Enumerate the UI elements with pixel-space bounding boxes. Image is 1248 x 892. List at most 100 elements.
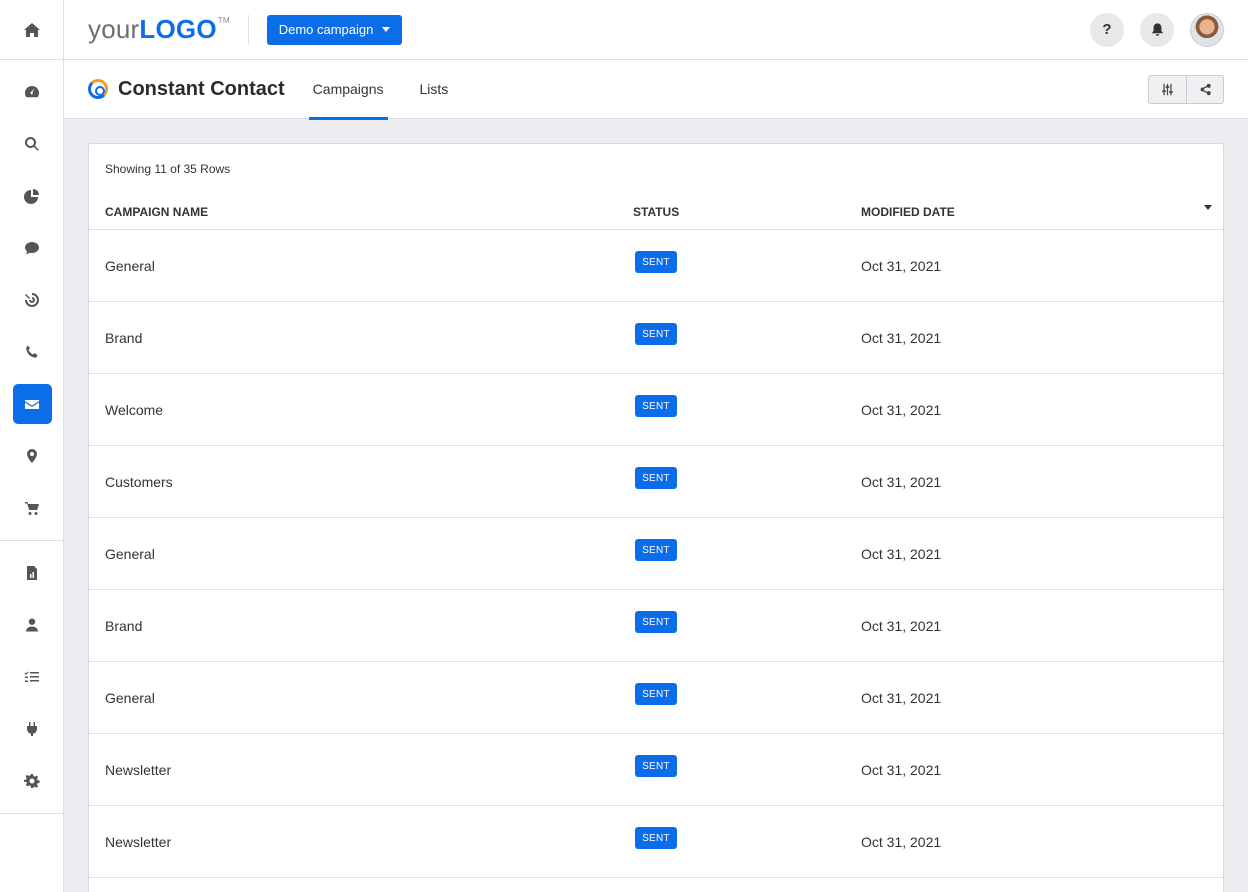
status-badge: SENT: [635, 683, 677, 705]
constant-contact-logo-icon: [88, 79, 108, 99]
nav-dashboard[interactable]: [0, 66, 64, 118]
column-header-status[interactable]: STATUS: [633, 205, 679, 219]
sort-caret-icon[interactable]: [1204, 205, 1212, 210]
campaign-dropdown[interactable]: Demo campaign: [266, 14, 403, 45]
nav-chat[interactable]: [0, 222, 64, 274]
campaigns-table-card: Showing 11 of 35 Rows CAMPAIGN NAME STAT…: [88, 143, 1224, 892]
modified-date: Oct 31, 2021: [861, 690, 942, 706]
modified-date: Oct 31, 2021: [861, 618, 942, 634]
modified-date: Oct 31, 2021: [861, 474, 942, 490]
nav-email[interactable]: [0, 378, 64, 430]
target-icon: [25, 293, 39, 307]
status-badge: SENT: [635, 395, 677, 417]
tab-campaigns[interactable]: Campaigns: [308, 60, 388, 120]
column-header-campaign-name[interactable]: CAMPAIGN NAME: [105, 205, 208, 219]
modified-date: Oct 31, 2021: [861, 762, 942, 778]
phone-icon: [26, 345, 38, 358]
modified-date: Oct 31, 2021: [861, 258, 942, 274]
campaign-name[interactable]: Customers: [105, 474, 173, 490]
dashboard-icon: [25, 86, 39, 98]
campaign-name[interactable]: Brand: [105, 330, 142, 346]
campaign-name[interactable]: Brand: [105, 618, 142, 634]
nav-ecommerce[interactable]: [0, 482, 64, 534]
chat-icon: [25, 242, 39, 255]
modified-date: Oct 31, 2021: [861, 546, 942, 562]
integration-title: Constant Contact: [118, 77, 285, 100]
nav-calls[interactable]: [0, 326, 64, 378]
logo-trademark: TM: [217, 16, 230, 25]
campaign-name[interactable]: Newsletter: [105, 762, 171, 778]
status-badge: SENT: [635, 251, 677, 273]
user-icon: [26, 618, 38, 632]
pie-chart-icon: [24, 189, 39, 204]
modified-date: Oct 31, 2021: [861, 834, 942, 850]
top-header: your LOGO TM Demo campaign ?: [64, 0, 1248, 60]
table-row[interactable]: Newsletter SENT Oct 31, 2021: [89, 734, 1223, 806]
gear-icon: [24, 774, 40, 788]
icon-rail: [0, 0, 64, 892]
table-row[interactable]: General SENT Oct 31, 2021: [89, 518, 1223, 590]
plug-icon: [27, 722, 37, 736]
status-badge: SENT: [635, 467, 677, 489]
company-logo[interactable]: your LOGO TM: [88, 14, 230, 45]
nav-settings[interactable]: [0, 755, 64, 807]
home-icon: [23, 22, 40, 37]
status-badge: SENT: [635, 323, 677, 345]
sliders-icon: [1162, 83, 1173, 95]
nav-search[interactable]: [0, 118, 64, 170]
modified-date: Oct 31, 2021: [861, 402, 942, 418]
header-actions: ?: [1090, 12, 1224, 47]
campaign-name[interactable]: General: [105, 690, 155, 706]
share-icon: [1200, 83, 1211, 95]
notifications-button[interactable]: [1140, 12, 1174, 47]
table-header: CAMPAIGN NAME STATUS MODIFIED DATE: [89, 200, 1223, 230]
header-divider: [247, 14, 249, 45]
row-count: Showing 11 of 35 Rows: [105, 162, 231, 176]
share-button[interactable]: [1186, 75, 1223, 103]
checklist-icon: [24, 671, 39, 682]
user-avatar[interactable]: [1190, 12, 1224, 47]
campaign-name[interactable]: General: [105, 546, 155, 562]
filter-settings-button[interactable]: [1149, 76, 1186, 103]
home-button[interactable]: [0, 0, 63, 60]
nav-group-secondary: [0, 541, 63, 814]
nav-target[interactable]: [0, 274, 64, 326]
chevron-down-icon: [382, 27, 391, 32]
nav-users[interactable]: [0, 599, 64, 651]
nav-group-main: [0, 60, 63, 541]
campaign-name[interactable]: General: [105, 258, 155, 274]
nav-email-highlight: [12, 384, 52, 424]
tab-bar: Campaigns Lists: [308, 60, 481, 120]
sub-header: Constant Contact Campaigns Lists: [64, 60, 1248, 120]
search-icon: [25, 137, 39, 151]
table-row[interactable]: Brand SENT Oct 31, 2021: [89, 302, 1223, 374]
nav-analytics[interactable]: [0, 170, 64, 222]
nav-integrations[interactable]: [0, 703, 64, 755]
column-header-modified-date[interactable]: MODIFIED DATE: [861, 205, 955, 219]
help-button[interactable]: ?: [1090, 12, 1124, 47]
table-row[interactable]: Welcome SENT Oct 31, 2021: [89, 374, 1223, 446]
status-badge: SENT: [635, 827, 677, 849]
nav-tasks[interactable]: [0, 651, 64, 703]
cart-icon: [25, 502, 39, 515]
table-row[interactable]: General SENT Oct 31, 2021: [89, 230, 1223, 302]
integration-brand: Constant Contact: [88, 78, 285, 101]
table-row[interactable]: Customers SENT Oct 31, 2021: [89, 446, 1223, 518]
report-icon: [27, 566, 37, 580]
campaign-name[interactable]: Newsletter: [105, 834, 171, 850]
status-badge: SENT: [635, 755, 677, 777]
envelope-icon: [25, 400, 39, 409]
nav-reports[interactable]: [0, 547, 64, 599]
table-row[interactable]: General SENT Oct 31, 2021: [89, 662, 1223, 734]
nav-locations[interactable]: [0, 430, 64, 482]
logo-prefix: your: [88, 14, 140, 44]
table-row[interactable]: Brand SENT Oct 31, 2021: [89, 590, 1223, 662]
table-body: General SENT Oct 31, 2021 Brand SENT Oct 31, …: [89, 230, 1223, 878]
table-row[interactable]: Newsletter SENT Oct 31, 2021: [89, 806, 1223, 878]
tab-lists[interactable]: Lists: [416, 60, 453, 119]
status-badge: SENT: [635, 611, 677, 633]
map-pin-icon: [27, 449, 37, 463]
campaign-name[interactable]: Welcome: [105, 402, 163, 418]
modified-date: Oct 31, 2021: [861, 330, 942, 346]
bell-icon: [1151, 23, 1163, 36]
